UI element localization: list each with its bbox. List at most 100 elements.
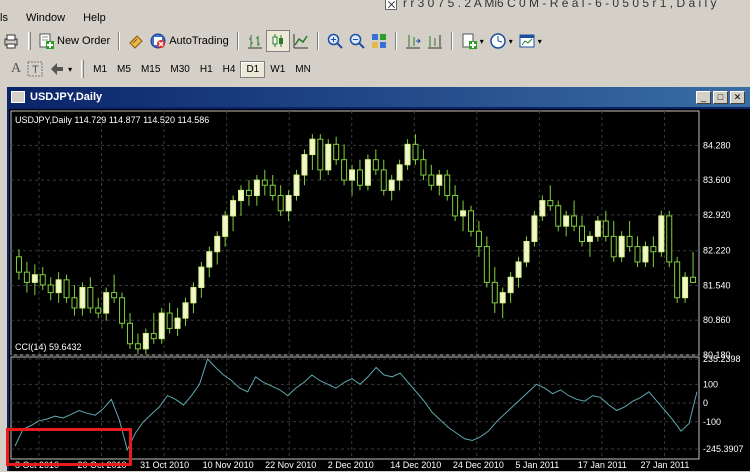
chart-window-titlebar[interactable]: USDJPY,Daily — [7, 87, 750, 107]
chart-area[interactable]: 84.280 83.600 82.920 82.220 81.540 80.860 80.1… — [9, 109, 750, 471]
close-button[interactable]: ✕ — [730, 91, 745, 104]
arrows-icon — [49, 61, 65, 77]
candle-body — [523, 240, 530, 263]
timeframe-w1[interactable]: W1 — [265, 62, 290, 77]
candle-body — [238, 189, 245, 202]
time-tick-label: 24 Dec 2010 — [453, 460, 504, 470]
timeframe-h4[interactable]: H4 — [218, 62, 241, 77]
line-chart-icon — [293, 33, 309, 49]
candlestick-button[interactable] — [265, 30, 290, 52]
time-tick-label: 10 Nov 2010 — [203, 460, 254, 470]
menu-item-help[interactable]: Help — [74, 12, 115, 24]
candle-body — [63, 279, 70, 299]
periods-button[interactable]: ▾ — [487, 30, 516, 52]
toolbar-separator — [236, 32, 239, 50]
tile-windows-icon — [371, 33, 387, 49]
new-order-button[interactable]: New Order — [35, 30, 113, 52]
candle-body — [55, 279, 62, 294]
print-button[interactable] — [0, 30, 22, 52]
menu-item-window[interactable]: Window — [17, 12, 74, 24]
cci-tick-label: -100 — [703, 417, 721, 427]
candle-body — [436, 174, 443, 186]
candle-body — [230, 200, 237, 217]
timeframe-m30[interactable]: M30 — [165, 62, 194, 77]
chart-shift-button[interactable] — [402, 30, 424, 52]
time-tick-label: 27 Jan 2011 — [640, 460, 689, 470]
candle-body — [301, 154, 308, 176]
text-label-button[interactable]: T — [24, 58, 46, 80]
candle-body — [79, 287, 86, 309]
candle-body — [412, 143, 419, 161]
candlestick-icon — [270, 33, 286, 49]
timeframe-h1[interactable]: H1 — [195, 62, 218, 77]
candle-body — [71, 297, 78, 309]
candle-body — [380, 169, 387, 191]
cci-tick-label: 235.2398 — [703, 354, 741, 364]
time-tick-label: 14 Dec 2010 — [390, 460, 441, 470]
toolbar-grip — [28, 32, 31, 50]
timeframe-m15[interactable]: M15 — [136, 62, 165, 77]
candle-body — [658, 215, 665, 253]
time-tick-label: 5 Jan 2011 — [515, 460, 559, 470]
candle-body — [444, 174, 451, 196]
candle-body — [285, 194, 292, 212]
maximize-button[interactable]: □ — [713, 91, 728, 104]
printer-icon — [3, 33, 19, 49]
candle-body — [499, 292, 506, 304]
candle-body — [253, 179, 260, 196]
candle-body — [586, 235, 593, 242]
price-tick-label: 81.540 — [703, 280, 731, 290]
objects-timeframe-toolbar: A T ▾ M1 M5 M15 M30 H1 H4 D1 W1 MN — [0, 56, 750, 82]
scroll-icon — [128, 33, 144, 49]
arrows-button[interactable]: ▾ — [46, 58, 75, 80]
bar-chart-icon — [247, 33, 263, 49]
candle-body — [547, 200, 554, 207]
svg-text:T: T — [32, 64, 39, 76]
dropdown-arrow-icon: ▾ — [479, 36, 484, 46]
auto-trading-button[interactable]: AutoTrading — [147, 30, 232, 52]
toolbar-separator — [316, 32, 319, 50]
minimize-button[interactable]: _ — [696, 91, 711, 104]
candle-body — [618, 235, 625, 258]
candle-body — [119, 297, 126, 324]
timeframe-d1[interactable]: D1 — [240, 60, 266, 78]
candle-body — [206, 251, 213, 268]
templates-button[interactable]: ▾ — [516, 30, 545, 52]
indicators-button[interactable]: ▾ — [458, 30, 487, 52]
highlight-annotation-box — [6, 428, 132, 466]
zoom-in-button[interactable] — [324, 30, 346, 52]
candle-body — [428, 174, 435, 186]
candle-body — [594, 220, 601, 237]
candle-body — [349, 169, 356, 181]
toolbar-separator — [450, 32, 453, 50]
candle-body — [404, 143, 411, 166]
timeframe-m1[interactable]: M1 — [88, 62, 112, 77]
price-chart[interactable]: 84.28083.60082.92082.22081.54080.86080.1… — [9, 109, 750, 471]
auto-trading-label: AutoTrading — [169, 35, 229, 47]
auto-trading-icon — [150, 33, 166, 49]
price-tick-label: 83.600 — [703, 175, 731, 185]
candle-body — [222, 215, 229, 237]
tile-windows-button[interactable] — [368, 30, 390, 52]
experts-button[interactable] — [125, 30, 147, 52]
timeframe-m5[interactable]: M5 — [112, 62, 136, 77]
menu-item-file-fragment[interactable]: ls — [0, 12, 17, 24]
line-chart-button[interactable] — [290, 30, 312, 52]
text-tool-button[interactable]: A — [8, 58, 24, 80]
auto-scroll-button[interactable] — [424, 30, 446, 52]
price-tick-label: 84.280 — [703, 140, 731, 150]
candle-body — [491, 281, 498, 304]
candle-body — [126, 322, 133, 345]
candle-body — [610, 235, 617, 258]
zoom-out-button[interactable] — [346, 30, 368, 52]
price-tick-label: 82.920 — [703, 210, 731, 220]
candle-body — [95, 307, 102, 314]
candle-body — [467, 210, 474, 232]
dropdown-arrow-icon: ▾ — [68, 64, 73, 74]
timeframe-mn[interactable]: MN — [290, 62, 316, 77]
bar-chart-button[interactable] — [244, 30, 266, 52]
candle-body — [198, 266, 205, 289]
main-toolbar: New Order AutoTrading ▾ ▾ ▾ — [0, 28, 750, 54]
chart-shift-icon — [405, 33, 421, 49]
candle-body — [579, 225, 586, 242]
